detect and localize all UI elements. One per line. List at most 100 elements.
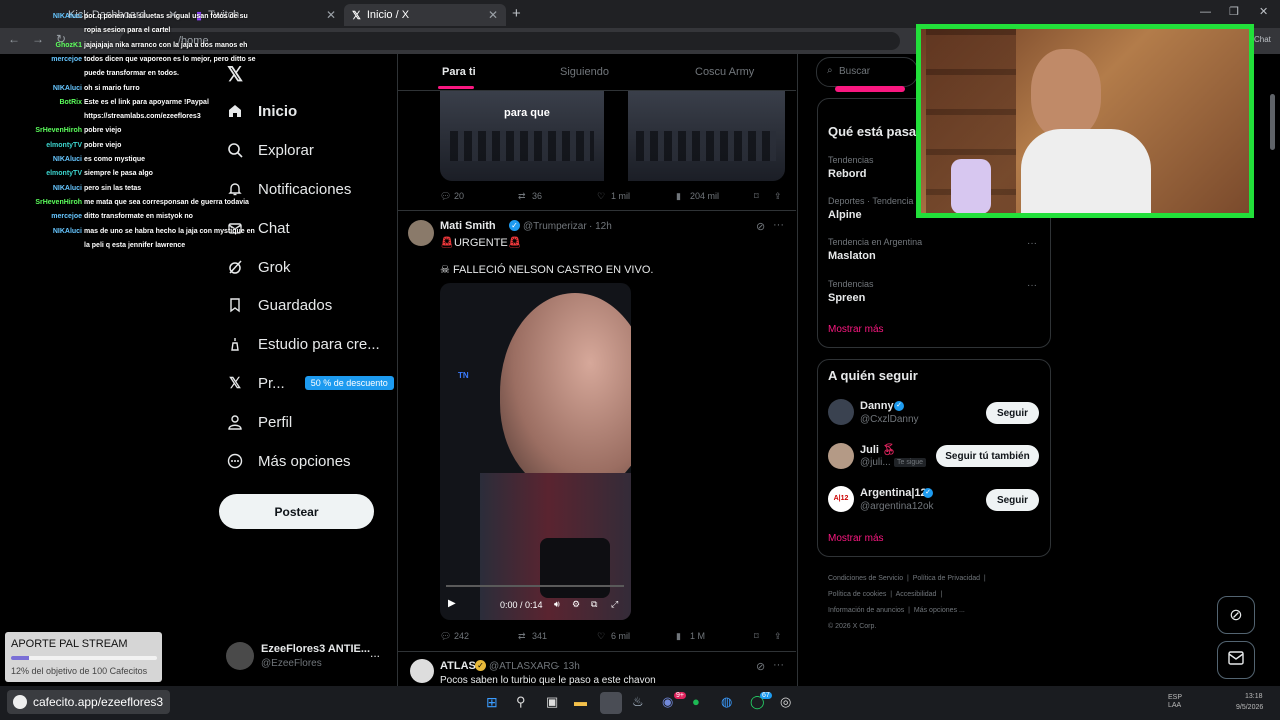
trend-item[interactable]: Deportes · Tendencia Alpine [828,196,913,221]
chat-username[interactable]: SrHevenHiroh [2,198,84,207]
spotify-icon[interactable]: ● [692,694,700,709]
search-input[interactable]: ⌕ Buscar [816,57,918,87]
chat-username[interactable]: BotRix [2,98,84,107]
tweet-video[interactable]: TN ▶ 0:00 / 0:14 🔊︎ ⚙ ⧉ ⤢ [440,283,631,620]
chat-username[interactable]: elmontyTV [2,169,84,178]
nav-mas-opciones[interactable]: Más opciones [226,446,351,476]
nav-grok[interactable]: Grok [226,252,291,282]
like-icon[interactable]: ♡ [597,191,605,202]
avatar[interactable] [226,642,254,670]
tweet-author-name[interactable]: ATLAS [440,660,476,672]
chat-username[interactable]: mercejoe [2,55,84,64]
volume-icon[interactable]: 🔊︎ [554,599,560,610]
app-icon[interactable]: ◍ [721,694,732,710]
active-app-icon[interactable] [600,692,622,714]
footer-link[interactable]: Información de anuncios [828,607,904,614]
follow-back-button[interactable]: Seguir tú también [936,445,1039,467]
task-view-icon[interactable]: ▣ [546,694,558,710]
new-tab-icon[interactable]: + [512,5,521,22]
tab-para-ti[interactable]: Para ti [442,66,476,78]
tweet-image[interactable] [628,91,785,181]
play-icon[interactable]: ▶ [448,598,456,609]
trend-item[interactable]: Tendencias Spreen [828,279,874,304]
chat-username[interactable]: NIKAluci [2,155,84,164]
footer-link[interactable]: Accesibilidad [896,591,937,598]
search-icon[interactable]: ⚲ [516,694,526,710]
tweet-image[interactable]: para que [440,91,604,181]
pip-icon[interactable]: ⧉ [591,599,597,610]
chat-username[interactable]: NIKAluci [2,84,84,93]
windows-start-icon[interactable]: ⊞ [486,694,498,711]
grok-icon[interactable]: ⊘ [756,220,765,233]
share-icon[interactable]: ⇪ [774,631,782,642]
nav-premium[interactable]: 𝕏 Pr... 50 % de descuento [226,368,394,398]
follow-name[interactable]: Argentina|12 [860,487,927,499]
follow-name[interactable]: Danny [860,400,894,412]
close-window-icon[interactable]: ✕ [1259,5,1268,18]
settings-icon[interactable]: ⚙ [572,599,580,610]
avatar[interactable] [408,220,434,246]
tab-siguiendo[interactable]: Siguiendo [560,66,609,78]
grok-icon[interactable]: ⊘ [756,660,765,673]
more-icon[interactable]: ··· [773,219,784,231]
restore-icon[interactable]: ❐ [1229,5,1239,18]
tweet-time[interactable]: · 13h [557,661,580,672]
discord-icon[interactable]: ◉ [662,694,673,710]
close-icon[interactable]: ✕ [488,8,498,22]
tweet-author-name[interactable]: Mati Smith [440,220,496,232]
trend-more-icon[interactable]: ··· [1027,238,1037,249]
follow-name[interactable]: Juli 🍒︎ [860,443,896,456]
argentina12-logo-icon[interactable]: A|12 [828,486,854,512]
minimize-icon[interactable]: — [1200,6,1211,18]
share-icon[interactable]: ⇪ [774,191,782,202]
like-icon[interactable]: ♡ [597,631,605,642]
retweet-icon[interactable]: ⇄ [518,191,526,202]
tweet-time[interactable]: · 12h [589,221,612,232]
show-more-link[interactable]: Mostrar más [828,324,884,335]
video-progress-bar[interactable] [446,585,624,587]
obs-icon[interactable]: ◎ [780,694,791,710]
grok-floating-button[interactable]: ⊘ [1217,596,1255,634]
tweet-author-handle[interactable]: @ATLASXARG [489,661,558,672]
follow-button[interactable]: Seguir [986,402,1039,424]
clock-date[interactable]: 9/5/2026 [1236,704,1263,711]
reply-icon[interactable]: 💬︎ [440,191,451,202]
bookmark-icon[interactable]: ⌑ [754,631,759,642]
page-scrollbar[interactable] [1270,94,1275,150]
views-icon[interactable]: ▮ [676,631,681,642]
account-more-icon[interactable]: ... [370,646,380,660]
avatar[interactable] [828,399,854,425]
retweet-icon[interactable]: ⇄ [518,631,526,642]
avatar[interactable] [828,443,854,469]
bookmark-icon[interactable]: ⌑ [754,191,759,202]
trend-item[interactable]: Tendencia en Argentina Maslaton [828,237,922,262]
reply-icon[interactable]: 💬︎ [440,631,451,642]
follow-button[interactable]: Seguir [986,489,1039,511]
show-more-link[interactable]: Mostrar más [828,533,884,544]
footer-link[interactable]: Política de cookies [828,591,886,598]
avatar[interactable] [410,659,434,683]
steam-icon[interactable]: ♨ [632,694,644,710]
post-button[interactable]: Postear [219,494,374,529]
chat-username[interactable]: mercejoe [2,212,84,221]
tab-inicio-x[interactable]: 𝕏 Inicio / X ✕ [344,4,506,26]
more-icon[interactable]: ··· [773,659,784,671]
chat-button[interactable]: Chat [1254,35,1271,44]
file-explorer-icon[interactable]: ▬ [574,694,587,709]
trend-more-icon[interactable]: ··· [1027,280,1037,291]
clock-time[interactable]: 13:18 [1245,693,1263,700]
footer-link[interactable]: Política de Privacidad [913,575,980,582]
chat-username[interactable]: NIKAluci [2,12,84,21]
tab-coscu-army[interactable]: Coscu Army [695,66,754,78]
chat-username[interactable]: NIKAluci [2,227,84,236]
chat-username[interactable]: SrHevenHiroh [2,126,84,135]
chat-username[interactable]: GhozK1 [2,41,84,50]
nav-guardados[interactable]: Guardados [226,290,332,320]
messages-floating-button[interactable] [1217,641,1255,679]
close-icon[interactable]: ✕ [326,8,336,22]
tweet-author-handle[interactable]: @Trumperizar [523,221,587,232]
views-icon[interactable]: ▮ [676,191,681,202]
footer-link[interactable]: Más opciones ... [914,607,965,614]
fullscreen-icon[interactable]: ⤢ [611,599,618,610]
chat-username[interactable]: elmontyTV [2,141,84,150]
